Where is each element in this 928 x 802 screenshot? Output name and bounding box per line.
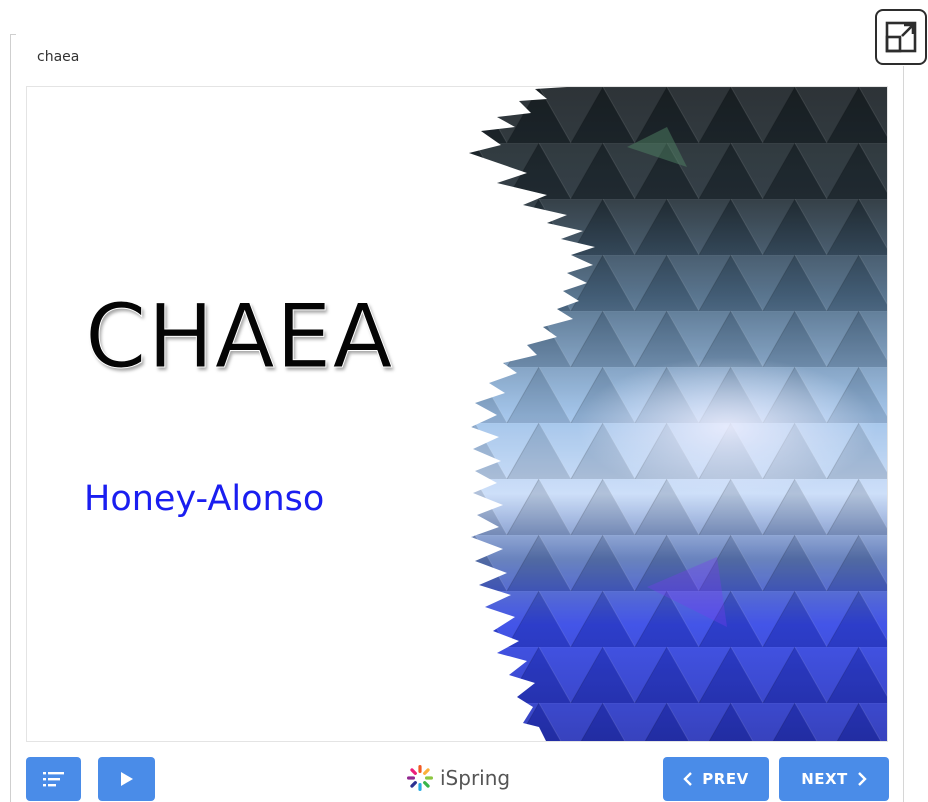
- slide-title: CHAEA: [85, 285, 394, 388]
- slide-subtitle: Honey-Alonso: [84, 479, 325, 519]
- embed-title: chaea: [37, 49, 80, 65]
- chevron-right-icon: [857, 772, 867, 786]
- play-icon: [120, 772, 133, 786]
- ispring-logo-icon: [407, 765, 433, 791]
- next-label: NEXT: [801, 770, 848, 788]
- prev-label: PREV: [702, 770, 749, 788]
- fullscreen-button[interactable]: [875, 9, 927, 65]
- slide-background-art: [469, 87, 887, 741]
- outline-menu-button[interactable]: [26, 757, 81, 801]
- prev-button[interactable]: PREV: [663, 757, 769, 801]
- chevron-left-icon: [683, 772, 693, 786]
- ispring-brand: iSpring: [406, 763, 510, 793]
- brand-name: iSpring: [440, 766, 511, 790]
- embed-frame-corner: [10, 34, 16, 802]
- next-button[interactable]: NEXT: [779, 757, 889, 801]
- expand-icon: [885, 21, 917, 53]
- embed-frame-edge: [903, 66, 904, 802]
- play-button[interactable]: [98, 757, 155, 801]
- player-page: chaea CHAEA Honey-Alonso iSpring PREV NE…: [0, 0, 928, 802]
- outline-menu-icon: [42, 772, 64, 787]
- slide-viewport: CHAEA Honey-Alonso: [26, 86, 888, 742]
